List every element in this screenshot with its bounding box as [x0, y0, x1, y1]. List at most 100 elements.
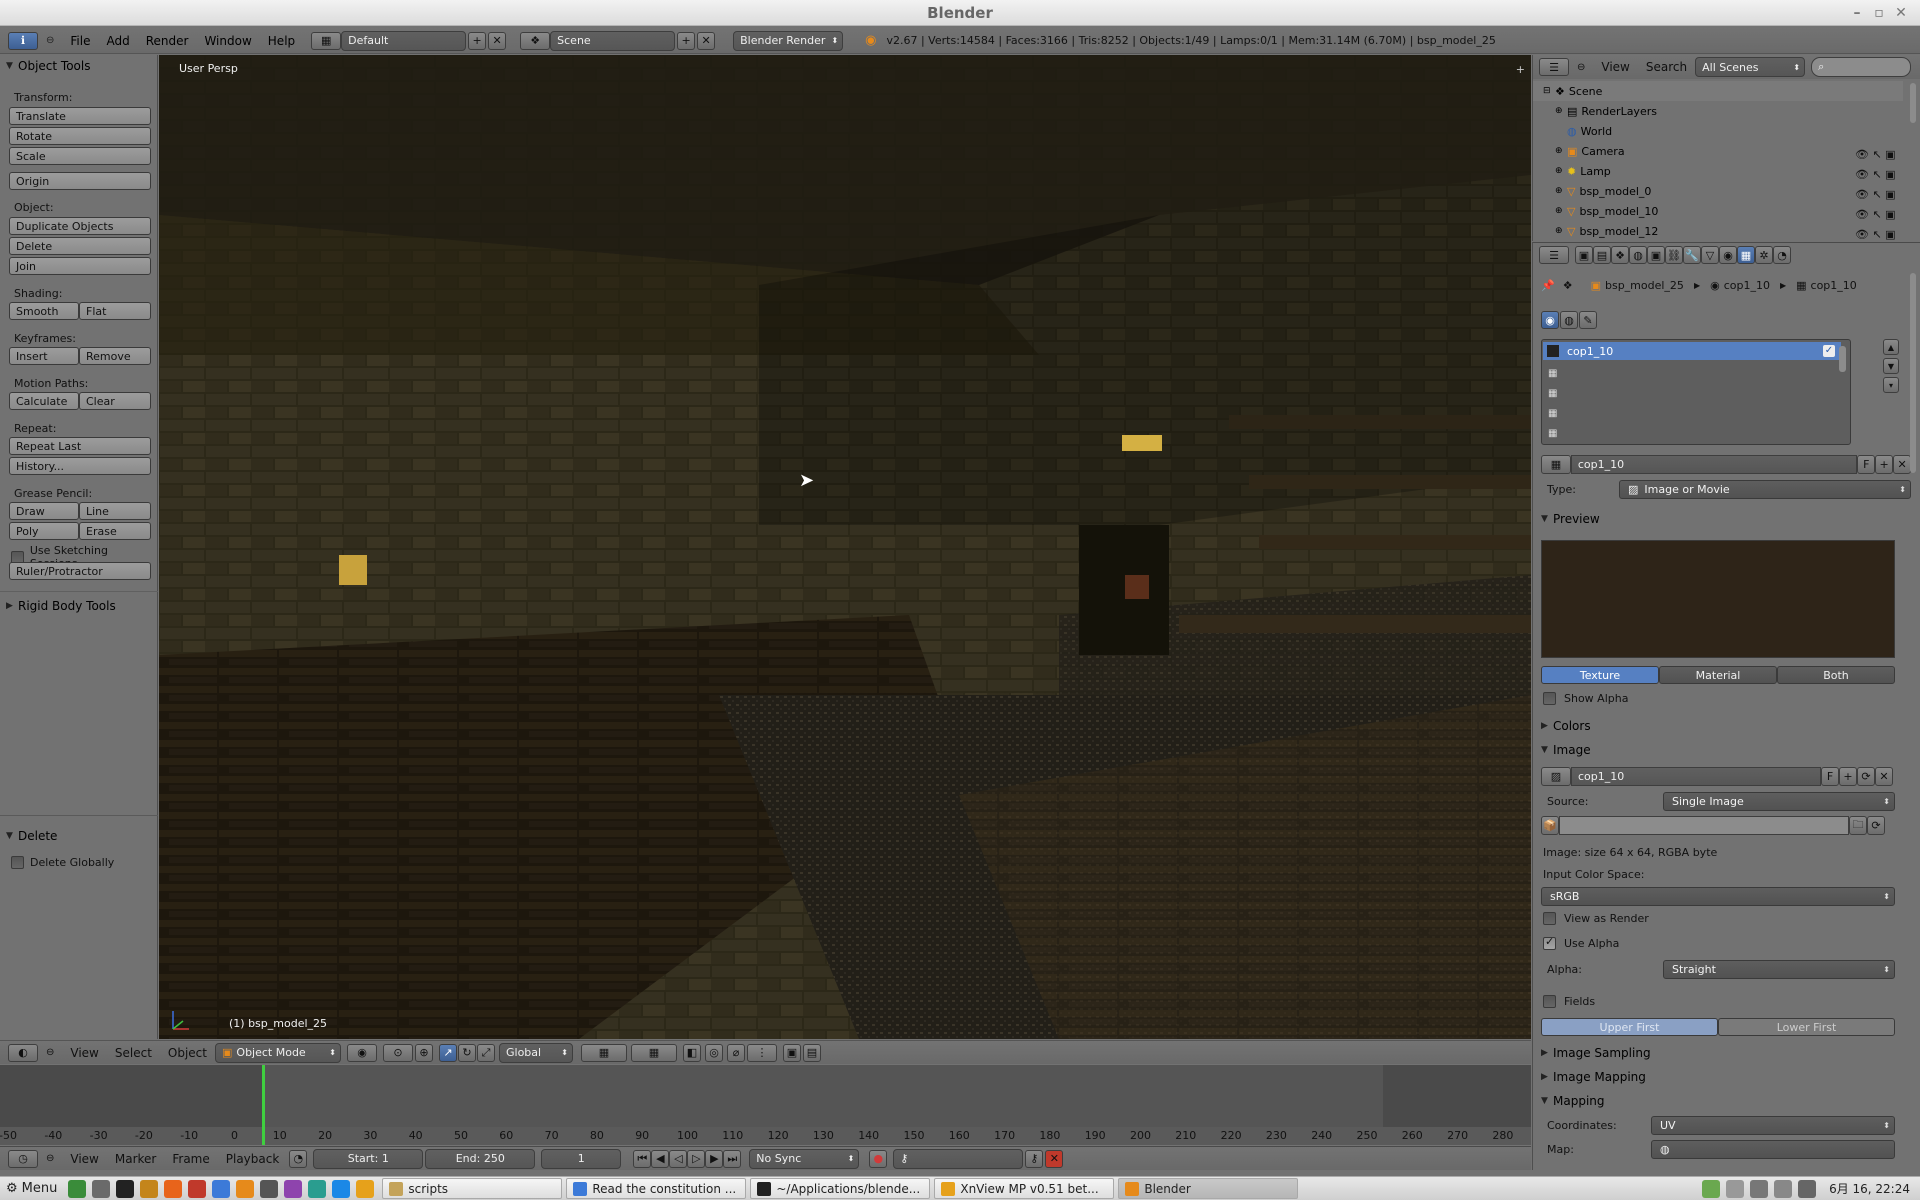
material-tab-icon[interactable]: ◉ — [1719, 246, 1737, 264]
layers-tab-icon[interactable]: ▤ — [1593, 246, 1611, 264]
home-folder-icon[interactable] — [92, 1179, 111, 1198]
mode-dropdown[interactable]: ▣ Object Mode ⬍ — [215, 1042, 341, 1063]
editor-type-icon[interactable]: ℹ — [8, 31, 38, 50]
object-tools-header[interactable]: ▼ Object Tools — [0, 55, 158, 77]
outliner-row-scene[interactable]: ⊟ ❖ Scene — [1533, 81, 1903, 101]
scale-button[interactable]: Scale — [9, 147, 151, 165]
move-up-icon[interactable]: ▲ — [1883, 339, 1899, 355]
play-reverse-icon[interactable]: ◁ — [669, 1149, 688, 1168]
task-xnview[interactable]: XnView MP v0.51 bet... — [934, 1178, 1115, 1199]
unlink-image-icon[interactable]: ✕ — [1875, 767, 1893, 786]
image-mapping-header[interactable]: ▶ Image Mapping — [1541, 1067, 1646, 1087]
prev-keyframe-icon[interactable]: ◀ — [651, 1149, 670, 1168]
editor-type-outliner-icon[interactable]: ☰ — [1539, 58, 1569, 76]
render-anim-icon[interactable]: ▤ — [803, 1043, 821, 1062]
orientation-dropdown[interactable]: Global ⬍ — [499, 1042, 573, 1063]
expand-icon[interactable]: ⊕ — [1555, 146, 1567, 156]
scene-field[interactable]: Scene — [550, 30, 676, 51]
scene-tab-icon[interactable]: ❖ — [1611, 246, 1629, 264]
texture-slot-list[interactable]: cop1_10 ✓ ▦ ▦ ▦ ▦ — [1541, 339, 1851, 445]
minimize-icon[interactable]: – — [1846, 0, 1868, 26]
image-sampling-header[interactable]: ▶ Image Sampling — [1541, 1043, 1651, 1063]
vp-menu-select[interactable]: Select — [107, 1046, 160, 1060]
scale-manipulator-icon[interactable]: ⤢ — [477, 1043, 495, 1062]
join-button[interactable]: Join — [9, 257, 151, 275]
empty-slot-icon[interactable]: ▦ — [1548, 364, 1557, 384]
delete-keyframe-icon[interactable]: ✕ — [1045, 1149, 1064, 1168]
tl-menu-playback[interactable]: Playback — [218, 1152, 288, 1166]
line-button[interactable]: Line — [79, 502, 151, 520]
image-name-field[interactable]: cop1_10 — [1571, 767, 1821, 786]
slot-menu-icon[interactable]: ▾ — [1883, 377, 1899, 393]
image-filepath-field[interactable] — [1559, 816, 1849, 835]
constraints-tab-icon[interactable]: ⛓ — [1665, 246, 1683, 264]
preview-texture-tab[interactable]: Texture — [1541, 666, 1659, 684]
coordinates-dropdown[interactable]: UV ⬍ — [1651, 1116, 1895, 1135]
screen-layout-icon[interactable]: ▦ — [311, 31, 342, 50]
render-engine-dropdown[interactable]: Blender Render ⬍ — [733, 30, 844, 51]
terminal-icon[interactable] — [116, 1179, 135, 1198]
move-down-icon[interactable]: ▼ — [1883, 358, 1899, 374]
texture-type-dropdown[interactable]: ▨ Image or Movie ⬍ — [1619, 480, 1911, 499]
draw-button[interactable]: Draw — [9, 502, 79, 520]
delete-globally-toggle[interactable]: Delete Globally — [11, 856, 114, 869]
fake-user-icon[interactable]: F — [1857, 455, 1876, 474]
use-alpha-toggle[interactable]: Use Alpha — [1543, 935, 1619, 950]
outliner-row-camera[interactable]: ⊕ ▣ Camera — [1533, 141, 1903, 161]
layers-1-icon[interactable]: ▦ — [581, 1043, 627, 1062]
calculate-button[interactable]: Calculate — [9, 392, 79, 410]
mapping-panel-header[interactable]: ▼ Mapping — [1541, 1091, 1605, 1111]
pen-icon[interactable] — [1798, 1179, 1817, 1198]
insert-keyframe-button[interactable]: Insert — [9, 347, 79, 365]
flat-button[interactable]: Flat — [79, 302, 151, 320]
poly-button[interactable]: Poly — [9, 522, 79, 540]
keyboard-icon[interactable] — [1750, 1179, 1769, 1198]
close-icon[interactable]: ✕ — [1890, 0, 1912, 26]
show-desktop-icon[interactable] — [68, 1179, 87, 1198]
world-tab-icon[interactable]: ◍ — [1629, 246, 1647, 264]
browse-file-icon[interactable]: 🗀 — [1849, 816, 1867, 835]
image-panel-header[interactable]: ▼ Image — [1541, 740, 1591, 760]
slot-enabled-checkbox[interactable]: ✓ — [1823, 345, 1835, 357]
3d-viewport[interactable]: User Persp (1) bsp_model_25 + ➤ — [159, 55, 1531, 1039]
translate-manipulator-icon[interactable]: ↗ — [439, 1043, 457, 1062]
outliner-row-renderlayers[interactable]: ⊕ ▤ RenderLayers — [1533, 101, 1903, 121]
texture-slot-selected[interactable]: cop1_10 ✓ — [1543, 342, 1841, 360]
viewport-shading-icon[interactable]: ◉ — [347, 1043, 377, 1062]
repeat-last-button[interactable]: Repeat Last — [9, 437, 151, 455]
image-fake-user-icon[interactable]: F — [1821, 767, 1839, 786]
menu-window[interactable]: Window — [196, 34, 259, 48]
scene-icon[interactable]: ❖ — [520, 31, 551, 50]
preview-range-icon[interactable]: ◔ — [289, 1149, 308, 1168]
next-keyframe-icon[interactable]: ▶ — [705, 1149, 724, 1168]
proportional-edit-icon[interactable]: ◎ — [705, 1043, 723, 1062]
record-icon[interactable]: ● — [869, 1149, 888, 1168]
image-browse-icon[interactable]: ▨ — [1541, 767, 1571, 786]
empty-slot-icon[interactable]: ▦ — [1548, 404, 1557, 424]
rotate-manipulator-icon[interactable]: ↻ — [458, 1043, 476, 1062]
app-icon[interactable] — [308, 1179, 327, 1198]
empty-slot-icon[interactable]: ▦ — [1548, 384, 1557, 404]
menu-add[interactable]: Add — [98, 34, 137, 48]
volume-icon[interactable] — [1774, 1179, 1793, 1198]
task-browser[interactable]: Read the constitution ... — [566, 1178, 747, 1199]
uv-map-field[interactable]: ◍ — [1651, 1140, 1895, 1159]
preview-both-tab[interactable]: Both — [1777, 666, 1895, 684]
new-image-icon[interactable]: + — [1839, 767, 1857, 786]
preview-material-tab[interactable]: Material — [1659, 666, 1777, 684]
opera-icon[interactable] — [188, 1179, 207, 1198]
add-layout-icon[interactable]: + — [468, 31, 487, 50]
vp-menu-object[interactable]: Object — [160, 1046, 215, 1060]
view-as-render-checkbox[interactable] — [1543, 912, 1556, 925]
expand-icon[interactable]: ⊕ — [1555, 206, 1567, 216]
editor-type-3d-icon[interactable]: ◐ — [8, 1043, 38, 1062]
outliner-filter-dropdown[interactable]: All Scenes ⬍ — [1695, 57, 1806, 77]
data-tab-icon[interactable]: ▽ — [1701, 246, 1719, 264]
menu-render[interactable]: Render — [138, 34, 197, 48]
tl-menu-marker[interactable]: Marker — [107, 1152, 164, 1166]
insert-keyframe-icon[interactable]: ⚷ — [1025, 1149, 1044, 1168]
texture-tab-icon[interactable]: ▦ — [1737, 246, 1755, 264]
visibility-icons-row[interactable]: 👁 ↖ ▣ — [1855, 185, 1896, 205]
visibility-icons-row[interactable]: 👁 ↖ ▣ — [1855, 205, 1896, 225]
collapse-menu-icon[interactable]: ⊖ — [1577, 62, 1585, 73]
